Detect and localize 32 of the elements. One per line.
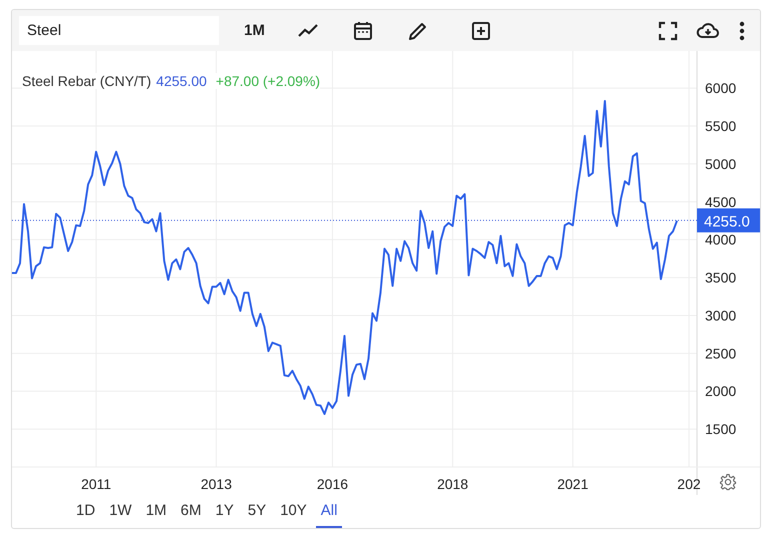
- range-tab[interactable]: 1Y: [210, 495, 239, 528]
- y-axis-label: 4500: [705, 194, 736, 210]
- y-axis-label: 2500: [705, 345, 736, 362]
- search-field[interactable]: Steel: [19, 16, 219, 45]
- y-axis-label: 3500: [705, 270, 736, 286]
- y-axis-label: 5500: [705, 118, 736, 134]
- range-tab[interactable]: 10Y: [275, 495, 312, 528]
- x-axis-label: 2011: [81, 476, 112, 492]
- x-axis-label: 2016: [316, 476, 348, 492]
- range-tab[interactable]: 1D: [71, 495, 100, 528]
- ref-line-label: 4255.0: [704, 213, 750, 230]
- x-axis-label: 2013: [200, 476, 232, 492]
- price-label: 4255.0: [697, 208, 760, 232]
- legend-change: +87.00 (+2.09%): [216, 73, 320, 89]
- y-axis-label: 2000: [705, 383, 736, 400]
- y-axis-label: 5000: [705, 156, 736, 172]
- legend-name: Steel Rebar (CNY/T): [22, 73, 152, 89]
- interval-button[interactable]: 1M: [244, 18, 265, 42]
- y-axis-label: 1500: [705, 421, 736, 438]
- settings-icon[interactable]: [719, 473, 737, 491]
- y-axis-label: 3000: [705, 307, 736, 324]
- range-tab[interactable]: 6M: [176, 495, 206, 528]
- range-tab[interactable]: 1W: [104, 495, 137, 528]
- x-axis-label: 202: [677, 476, 701, 492]
- x-axis-label: 2021: [557, 476, 588, 492]
- legend-price: 4255.00: [156, 73, 207, 89]
- x-axis-label: 2018: [437, 476, 468, 492]
- range-tab[interactable]: 1M: [140, 495, 172, 528]
- y-axis-label: 4000: [705, 232, 736, 248]
- y-axis-label: 6000: [705, 80, 736, 96]
- range-tab[interactable]: All: [316, 495, 342, 528]
- range-tab[interactable]: 5Y: [242, 495, 272, 528]
